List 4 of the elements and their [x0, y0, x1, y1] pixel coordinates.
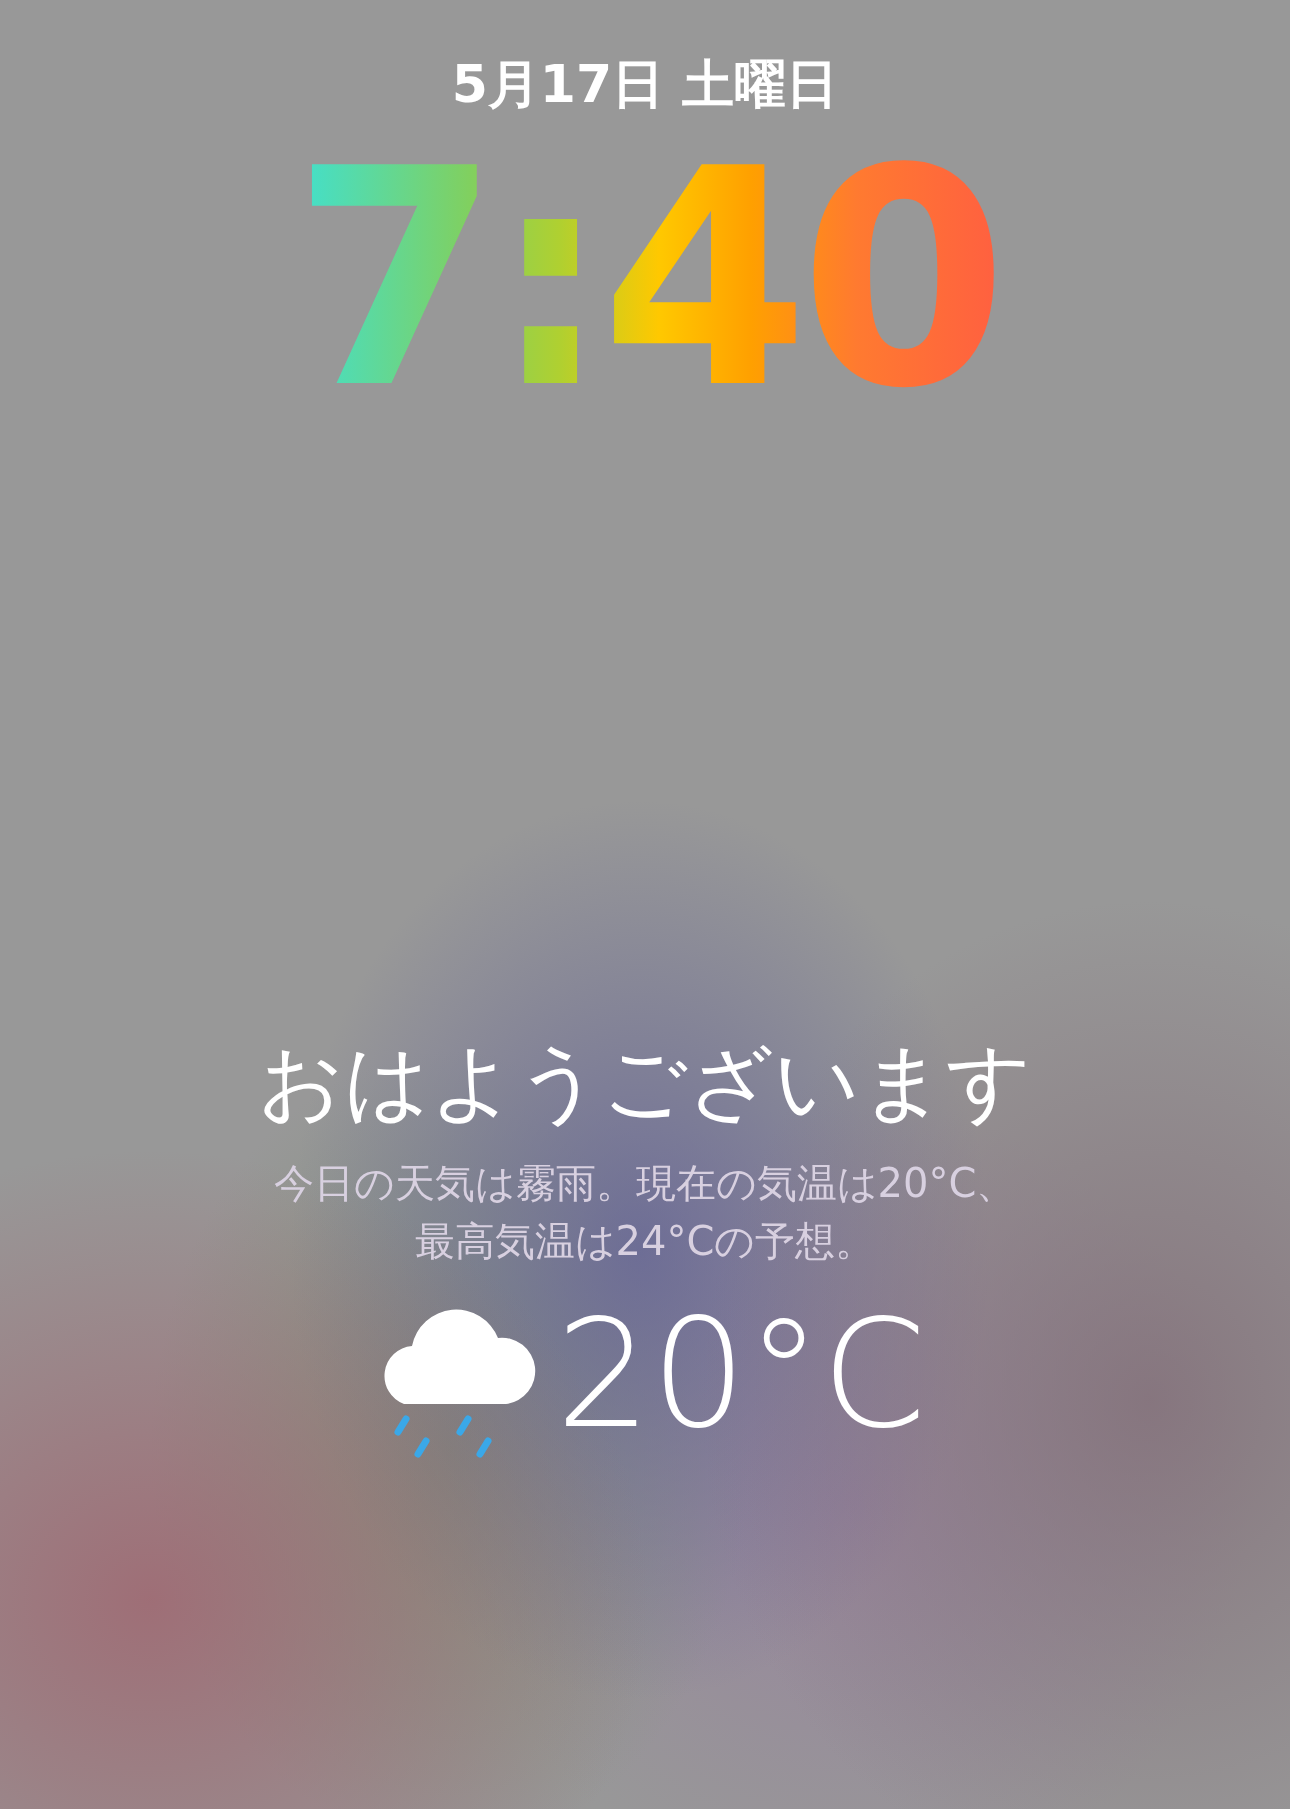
- date-label: 5月17日 土曜日: [451, 58, 839, 110]
- temperature-text: 20°C: [555, 1299, 927, 1449]
- forecast-line: 今日の天気は霧雨。現在の気温は20°C、: [273, 1159, 1017, 1208]
- forecast-line: 最高気温は24°Cの予想。: [414, 1217, 876, 1266]
